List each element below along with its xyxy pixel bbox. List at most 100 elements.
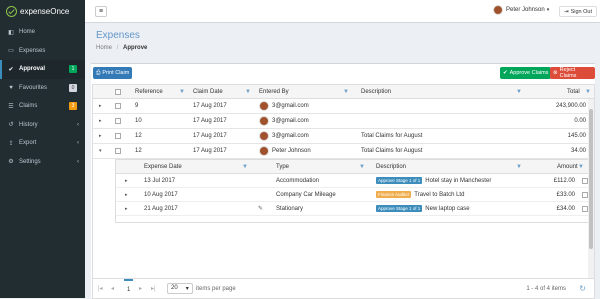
column-header-amount[interactable]: Amount [557, 160, 578, 173]
sidebar-item-history[interactable]: ↺ History ‹ [0, 116, 85, 135]
vertical-scrollbar[interactable] [588, 99, 594, 279]
column-header-expense-date[interactable]: Expense Date [144, 160, 182, 173]
hamburger-icon: ≡ [98, 8, 104, 15]
page-size-select[interactable]: 20 ▾ [167, 279, 193, 298]
sidebar-item-home[interactable]: ◧ Home [0, 23, 85, 42]
breadcrumb-home[interactable]: Home [96, 45, 112, 51]
select-all-checkbox[interactable] [115, 85, 121, 98]
expense-type-cell: Company Car Mileage [276, 191, 336, 198]
filter-icon[interactable]: ▼ [585, 85, 591, 98]
column-header-total[interactable]: Total [567, 85, 580, 98]
print-claim-button[interactable]: ⎙ Print Claim [93, 67, 133, 79]
row-checkbox[interactable] [115, 99, 121, 113]
approve-claims-label: Approve Claims [509, 70, 549, 76]
sidebar-item-approval[interactable]: ✔ Approval 1 [0, 60, 85, 79]
amount-cell: £112.00 [553, 177, 575, 184]
expense-row[interactable]: ▸ 10 Aug 2017 Company Car Mileage Financ… [116, 188, 592, 202]
caret-down-icon: ▾ [546, 7, 550, 13]
expense-description-cell: Approve Stage 1 of 1 Hotel stay in Manche… [376, 177, 492, 184]
paperclip-icon[interactable]: ✎ [258, 202, 263, 215]
column-header-reference[interactable]: Reference [135, 85, 163, 98]
first-page-icon[interactable]: |◂ [98, 279, 103, 298]
column-header-detail-description[interactable]: Description [376, 160, 406, 173]
status-badge: Finance Auditor [376, 191, 412, 198]
total-cell: 0.00 [574, 118, 586, 124]
table-row[interactable]: ▸ 12 17 Aug 2017 3@gmail.com Total Claim… [93, 129, 594, 144]
user-menu[interactable]: Peter Johnson ▾ [493, 5, 549, 15]
sign-out-button[interactable]: ⇥ Sign Out [559, 6, 598, 17]
sidebar-item-claims[interactable]: ☰ Claims 3 [0, 97, 85, 116]
detail-grid-header: Expense Date ▼ Type ▼ Description ▼ Amou… [116, 160, 592, 174]
filter-icon[interactable]: ▼ [242, 160, 248, 173]
dashboard-icon: ◧ [8, 29, 14, 36]
share-icon: ⇪ [8, 140, 14, 147]
filter-icon[interactable]: ▼ [578, 160, 584, 173]
column-header-entered-by[interactable]: Entered By [259, 85, 289, 98]
scrollbar-thumb[interactable] [589, 109, 593, 249]
column-header-type[interactable]: Type [276, 160, 289, 173]
expand-row-icon[interactable]: ▸ [125, 174, 128, 187]
sidebar-item-label: Home [19, 29, 36, 36]
expense-row[interactable]: ▸ 21 Aug 2017 ✎ Stationary Approve Stage… [116, 202, 592, 216]
expand-row-icon[interactable]: ▸ [125, 188, 128, 201]
avatar [259, 131, 269, 141]
row-checkbox[interactable] [115, 144, 121, 158]
column-header-claim-date[interactable]: Claim Date [193, 85, 223, 98]
filter-icon[interactable]: ▼ [516, 160, 522, 173]
expand-row-icon[interactable]: ▸ [99, 129, 102, 143]
refresh-icon[interactable]: ↻ [579, 279, 586, 298]
print-icon: ⎙ [96, 69, 101, 76]
total-cell: 34.00 [570, 148, 586, 154]
row-checkbox[interactable] [115, 129, 121, 143]
gear-icon: ⚙ [8, 159, 14, 166]
column-header-description[interactable]: Description [361, 85, 391, 98]
reject-claims-button[interactable]: ⊗ Reject Claims [550, 67, 595, 79]
table-row[interactable]: ▸ 9 17 Aug 2017 3@gmail.com 243,900.00 [93, 99, 594, 114]
app-logo[interactable]: expenseOnce [0, 0, 85, 23]
avatar [259, 146, 269, 156]
reference-cell: 12 [135, 133, 142, 139]
table-row[interactable]: ▾ 12 17 Aug 2017 Peter Johnson Total Cla… [93, 144, 594, 159]
prev-page-icon[interactable]: ◂ [111, 279, 114, 298]
expand-row-icon[interactable]: ▸ [99, 99, 102, 113]
sidebar-item-label: Export [19, 140, 37, 147]
expand-row-icon[interactable]: ▸ [125, 202, 128, 215]
times-circle-icon: ⊗ [553, 70, 558, 76]
chevron-left-icon: ‹ [77, 140, 79, 147]
next-page-icon[interactable]: ▸ [139, 279, 142, 298]
sidebar-item-label: Settings [19, 158, 41, 165]
filter-icon[interactable]: ▼ [343, 85, 349, 98]
check-circle-icon: ✔ [503, 70, 508, 76]
last-page-icon[interactable]: ▸| [151, 279, 156, 298]
menu-toggle-button[interactable]: ≡ [95, 6, 107, 17]
sidebar: expenseOnce ◧ Home ▭ Expenses ✔ Approval 1 ♥… [0, 0, 85, 298]
row-checkbox[interactable] [115, 114, 121, 128]
expense-row[interactable]: ▸ 13 Jul 2017 Accommodation Approve Stag… [116, 174, 592, 188]
table-row[interactable]: ▸ 10 17 Aug 2017 3@gmail.com 0.00 [93, 114, 594, 129]
pager-summary: 1 - 4 of 4 items [526, 285, 566, 292]
filter-icon[interactable]: ▼ [516, 85, 522, 98]
grid-header: Reference ▼ Claim Date ▼ Entered By ▼ De… [93, 85, 594, 99]
expand-row-icon[interactable]: ▸ [99, 114, 102, 128]
filter-icon[interactable]: ▼ [179, 85, 185, 98]
reject-claims-label: Reject Claims [559, 67, 577, 79]
sidebar-item-label: Claims [19, 103, 38, 110]
expense-date-cell: 13 Jul 2017 [144, 177, 176, 184]
sidebar-item-settings[interactable]: ⚙ Settings ‹ [0, 153, 85, 172]
chevron-left-icon: ‹ [77, 158, 79, 165]
filter-icon[interactable]: ▼ [245, 85, 251, 98]
sidebar-item-expenses[interactable]: ▭ Expenses [0, 42, 85, 61]
sidebar-item-export[interactable]: ⇪ Export ‹ [0, 134, 85, 153]
page-number-current[interactable]: 1 [124, 279, 134, 299]
approve-claims-button[interactable]: ✔ Approve Claims [500, 67, 552, 79]
filter-icon[interactable]: ▼ [359, 160, 365, 173]
collapse-row-icon[interactable]: ▾ [99, 144, 102, 158]
reference-cell: 9 [135, 103, 139, 109]
list-icon: ☰ [8, 103, 14, 110]
approval-panel: ⎙ Print Claim ✔ Approve Claims ⊗ Reject Cla… [91, 63, 595, 299]
sidebar-item-label: Expenses [19, 47, 46, 54]
sidebar-nav: ◧ Home ▭ Expenses ✔ Approval 1 ♥ Favourites 0 … [0, 23, 85, 171]
sidebar-item-favourites[interactable]: ♥ Favourites 0 [0, 79, 85, 98]
total-cell: 145.00 [567, 133, 586, 139]
entered-by-cell: 3@gmail.com [259, 99, 309, 113]
